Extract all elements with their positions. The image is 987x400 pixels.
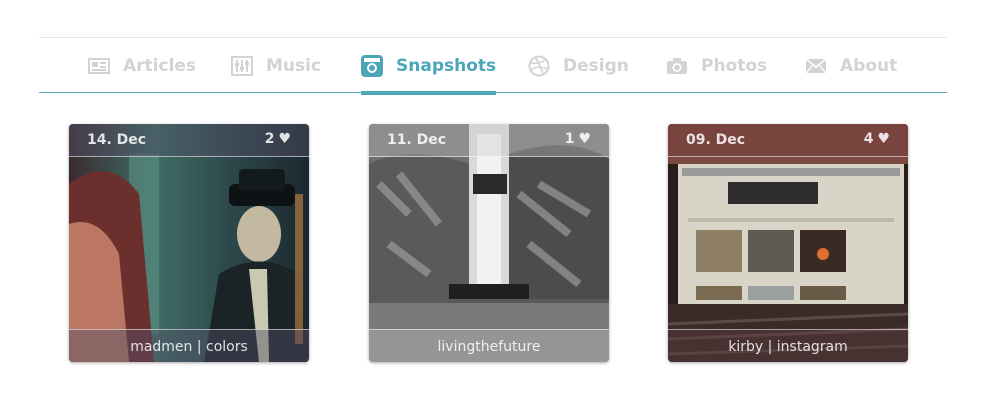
tab-label: Design	[563, 55, 629, 76]
heart-icon: ♥	[278, 131, 291, 147]
tab-label: Music	[266, 55, 322, 76]
instagram-camera-icon	[361, 54, 383, 77]
snapshot-caption: livingthefuture	[437, 339, 541, 355]
snapshot-caption: madmen | colors	[130, 339, 248, 355]
likes-count: 1	[564, 131, 575, 147]
snapshot-likes[interactable]: 2 ♥	[265, 131, 291, 147]
heart-icon: ♥	[578, 131, 591, 147]
tab-label: About	[840, 55, 898, 76]
nav-divider	[39, 92, 947, 93]
camera-icon	[667, 57, 687, 74]
snapshot-date: 09. Dec	[686, 132, 746, 148]
heart-icon: ♥	[877, 131, 890, 147]
snapshot-photo	[668, 124, 908, 362]
snapshot-caption: kirby | instagram	[728, 339, 848, 355]
snapshot-card[interactable]: 11. Dec 1 ♥ livingthefuture	[369, 124, 609, 362]
dribbble-ball-icon	[528, 55, 550, 76]
tab-snapshots[interactable]: Snapshots	[361, 38, 497, 95]
snapshot-date: 11. Dec	[387, 132, 447, 148]
snapshot-photo	[69, 124, 309, 362]
tab-about[interactable]: About	[805, 38, 897, 93]
likes-count: 4	[863, 131, 874, 147]
tab-label: Articles	[123, 55, 197, 76]
newspaper-icon	[88, 57, 110, 74]
tab-label: Photos	[701, 55, 768, 76]
likes-count: 2	[264, 131, 275, 147]
snapshot-card[interactable]: 09. Dec 4 ♥ kirby | instagram	[668, 124, 908, 362]
tab-photos[interactable]: Photos	[666, 38, 767, 93]
main-nav: Articles Music Snapshots Design Photos A…	[39, 38, 947, 95]
tab-label: Snapshots	[396, 55, 497, 76]
tab-articles[interactable]: Articles	[88, 38, 196, 93]
tab-music[interactable]: Music	[231, 38, 321, 93]
snapshot-photo	[369, 124, 609, 362]
snapshot-likes[interactable]: 4 ♥	[864, 131, 890, 147]
snapshot-likes[interactable]: 1 ♥	[565, 131, 591, 147]
snapshot-date: 14. Dec	[87, 132, 147, 148]
mixer-sliders-icon	[231, 55, 253, 76]
envelope-icon	[805, 57, 827, 73]
snapshot-card[interactable]: 14. Dec 2 ♥ madmen | colors	[69, 124, 309, 362]
tab-design[interactable]: Design	[528, 38, 629, 93]
